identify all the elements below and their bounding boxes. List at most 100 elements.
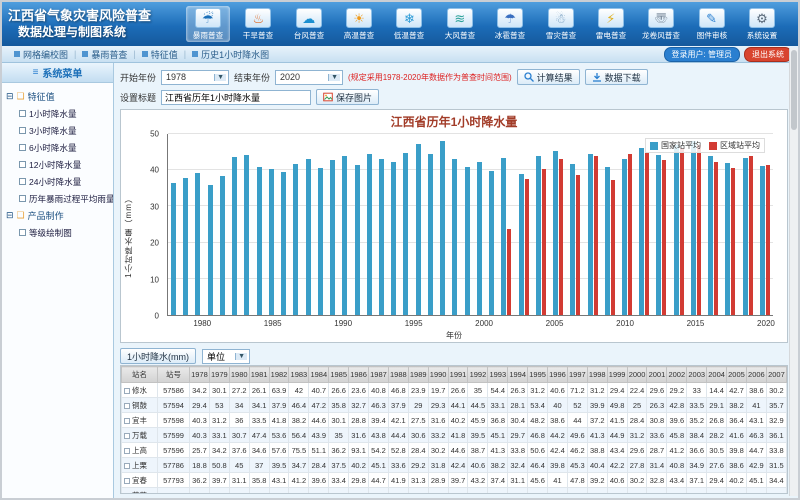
row-checkbox[interactable] <box>124 418 130 424</box>
cell-value: 46.8 <box>528 428 548 443</box>
y-axis: 01020304050 <box>121 134 163 316</box>
checkbox[interactable] <box>19 127 26 134</box>
table-row[interactable]: 万载5759940.333.130.747.453.656.443.93531.… <box>122 428 787 443</box>
cell-value: 30.2 <box>428 443 448 458</box>
chart-title-input[interactable] <box>161 90 311 105</box>
station-name: 修水 <box>132 386 147 395</box>
bar <box>208 185 213 315</box>
tab-2[interactable]: 特征值 <box>136 48 184 61</box>
scrollbar-thumb[interactable] <box>791 50 797 130</box>
row-checkbox[interactable] <box>124 403 130 409</box>
bar <box>519 174 524 315</box>
bar <box>656 155 661 315</box>
row-checkbox[interactable] <box>124 433 130 439</box>
table-row[interactable]: 铜鼓5759429.4533434.137.946.447.235.832.74… <box>122 398 787 413</box>
station-name: 上高 <box>132 446 147 455</box>
checkbox[interactable] <box>19 195 26 202</box>
toolbar-item-label: 干旱普查 <box>243 30 273 40</box>
cell-value: 29.4 <box>707 473 727 488</box>
toolbar-typhoon[interactable]: ☁台风普查 <box>287 6 331 42</box>
calculate-button[interactable]: 计算结果 <box>517 69 580 85</box>
tab-1[interactable]: 暴雨普查 <box>76 48 133 61</box>
checkbox[interactable] <box>19 110 26 117</box>
save-image-button[interactable]: 保存图片 <box>316 89 379 105</box>
table-row[interactable]: 宜丰5759840.331.23633.541.838.244.630.128.… <box>122 413 787 428</box>
bar <box>452 159 457 315</box>
start-year-select[interactable]: 1978▼ <box>161 70 229 85</box>
cell-value: 51.1 <box>309 443 329 458</box>
toolbar-review[interactable]: ✎图件审核 <box>690 6 734 42</box>
header: 江西省气象灾害风险普查 数据处理与制图系统 ☔暴雨普查♨干旱普查☁台风普查☀高温… <box>2 2 798 46</box>
table-row[interactable]: 上高5759625.734.237.634.657.675.551.136.29… <box>122 443 787 458</box>
checkbox[interactable] <box>19 229 26 236</box>
toolbar-item-label: 龙卷风普查 <box>642 30 680 40</box>
tree-item-1-0[interactable]: 等级绘制图 <box>5 224 110 241</box>
tree-item-0-4[interactable]: 24小时降水量 <box>5 173 110 190</box>
row-checkbox[interactable] <box>124 448 130 454</box>
tab-3[interactable]: 历史1小时降水图 <box>186 48 275 61</box>
bar-group-1980 <box>195 134 200 315</box>
bar <box>708 156 713 315</box>
tab-0[interactable]: 网格编校图 <box>8 48 74 61</box>
cell-value: 46.4 <box>289 398 309 413</box>
cell-value: 29.6 <box>627 443 647 458</box>
cell-value: 54.2 <box>369 443 389 458</box>
toolbar-cold[interactable]: ❄低温普查 <box>387 6 431 42</box>
tree-item-label: 3小时降水量 <box>29 124 77 136</box>
cell-value: 40.2 <box>727 473 747 488</box>
logout-button[interactable]: 退出系统 <box>744 47 792 62</box>
tree-item-0-1[interactable]: 3小时降水量 <box>5 122 110 139</box>
toolbar-rainstorm[interactable]: ☔暴雨普查 <box>186 6 230 42</box>
table-row[interactable]: 上栗5778618.850.8453739.534.728.437.540.24… <box>122 458 787 473</box>
vertical-scrollbar[interactable] <box>789 48 798 496</box>
toolbar-lightning[interactable]: ⚡雷电普查 <box>589 6 633 42</box>
bar <box>318 168 323 315</box>
table-row[interactable]: 莲花5779930.736.233.938.445.643.837.234.83… <box>122 488 787 495</box>
cell-value: 45.3 <box>567 458 587 473</box>
row-checkbox[interactable] <box>124 388 130 394</box>
x-tick-label: 2005 <box>546 319 564 328</box>
toolbar-tornado[interactable]: 〠龙卷风普查 <box>639 6 683 42</box>
cell-value: 32.7 <box>349 398 369 413</box>
unit-select[interactable]: 单位▼ <box>202 349 250 364</box>
checkbox[interactable] <box>19 178 26 185</box>
end-year-select[interactable]: 2020▼ <box>275 70 343 85</box>
cell-value: 39.7 <box>209 473 229 488</box>
bar-group-2020 <box>760 134 770 315</box>
cell-value: 40.2 <box>448 413 468 428</box>
tree-item-0-3[interactable]: 12小时降水量 <box>5 156 110 173</box>
toolbar-snow[interactable]: ☃雪灾普查 <box>539 6 583 42</box>
row-checkbox[interactable] <box>124 463 130 469</box>
tree-item-0-0[interactable]: 1小时降水量 <box>5 105 110 122</box>
row-checkbox[interactable] <box>124 493 130 494</box>
tree-group-0[interactable]: ⊟❑特征值 <box>5 88 110 105</box>
cell-value: 33.4 <box>329 473 349 488</box>
bar <box>269 169 274 315</box>
toolbar-settings[interactable]: ⚙系统设置 <box>740 6 784 42</box>
tree-expand-icon: ⊟ <box>6 210 14 221</box>
cell-value: 41.2 <box>448 488 468 495</box>
cell-value: 44.1 <box>448 398 468 413</box>
checkbox[interactable] <box>19 144 26 151</box>
bar <box>257 167 262 315</box>
toolbar-drought[interactable]: ♨干旱普查 <box>236 6 280 42</box>
tree-item-0-2[interactable]: 6小时降水量 <box>5 139 110 156</box>
download-button[interactable]: 数据下载 <box>585 69 648 85</box>
header-year: 1997 <box>567 367 587 383</box>
checkbox[interactable] <box>19 161 26 168</box>
table-row[interactable]: 修水5758634.230.127.226.163.94240.726.623.… <box>122 383 787 398</box>
tree-item-0-5[interactable]: 历年暴雨过程平均雨量 <box>5 190 110 207</box>
bar-group-2003 <box>477 134 482 315</box>
cell-value: 44.2 <box>548 428 568 443</box>
table-row[interactable]: 宜春5779336.239.731.135.843.141.239.633.42… <box>122 473 787 488</box>
bar-group-1978 <box>171 134 176 315</box>
toolbar-hail[interactable]: ☂冰雹普查 <box>488 6 532 42</box>
toolbar-heat[interactable]: ☀高温普查 <box>337 6 381 42</box>
wind-icon: ≋ <box>447 8 473 28</box>
unit-button[interactable]: 1小时降水(mm) <box>120 348 196 364</box>
cell-value: 44.4 <box>388 428 408 443</box>
bar <box>559 159 563 315</box>
row-checkbox[interactable] <box>124 478 130 484</box>
toolbar-wind[interactable]: ≋大风普查 <box>438 6 482 42</box>
tree-group-1[interactable]: ⊟❑产品制作 <box>5 207 110 224</box>
